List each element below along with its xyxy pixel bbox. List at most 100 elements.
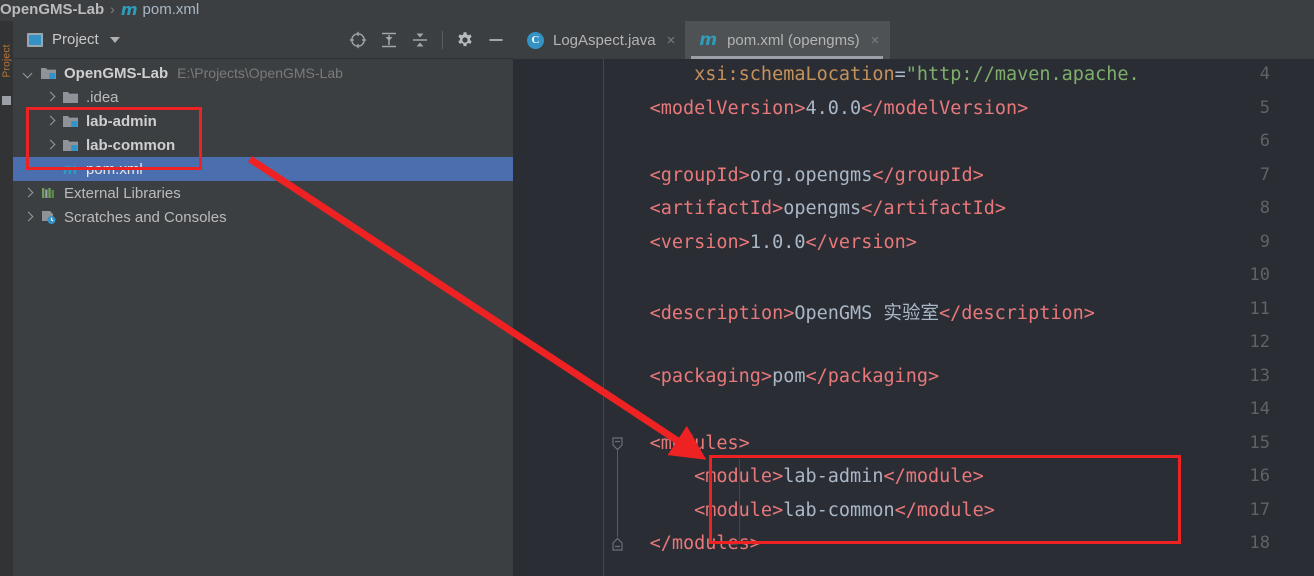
code-line: <description>OpenGMS 实验室</description> [605, 299, 1095, 325]
settings-gear-icon[interactable] [456, 31, 474, 49]
code-line: <artifactId>opengms</artifactId> [605, 198, 1006, 219]
code-token-text: lab-common [783, 499, 895, 521]
editor-tab-bar: C LogAspect.java × m pom.xml (opengms) × [513, 21, 1314, 59]
maven-file-icon: m [120, 0, 138, 19]
close-icon[interactable]: × [667, 32, 676, 49]
close-icon[interactable]: × [871, 32, 880, 49]
breadcrumb-separator-icon: › [110, 1, 115, 17]
tree-item-label: Scratches and Consoles [64, 208, 227, 226]
chevron-right-icon[interactable] [45, 92, 56, 103]
left-tool-strip: Project [0, 21, 13, 576]
code-token-tag: </packaging> [805, 365, 940, 387]
project-panel-title-group[interactable]: Project [13, 31, 120, 48]
expand-all-icon[interactable] [380, 31, 398, 49]
tree-item-label: OpenGMS-Lab [64, 64, 169, 82]
indent-guide [739, 458, 740, 541]
java-class-icon: C [527, 31, 544, 49]
code-token-tag: <packaging> [649, 365, 773, 387]
tree-item-opengms-lab[interactable]: OpenGMS-Lab E:\Projects\OpenGMS-Lab [13, 61, 513, 85]
breadcrumb-project[interactable]: OpenGMS-Lab [0, 2, 104, 17]
tool-strip-project-button[interactable]: Project [2, 28, 13, 77]
code-token-tag: <version> [649, 231, 750, 253]
code-token-string: "http://maven.apache. [905, 64, 1140, 85]
code-token-tag: </modelVersion> [861, 97, 1029, 119]
maven-file-icon: m [62, 161, 79, 178]
tab-divider [889, 21, 891, 59]
breadcrumb-file[interactable]: pom.xml [143, 1, 200, 18]
code-token-plain: = [894, 64, 906, 85]
code-line: <groupId>org.opengms</groupId> [605, 165, 984, 186]
code-line: <module>lab-common</module> [605, 500, 995, 521]
tree-item-label: lab-common [86, 136, 176, 154]
chevron-down-icon[interactable] [109, 36, 120, 43]
code-token-text: 1.0.0 [749, 231, 806, 253]
code-token-text: opengms [783, 198, 862, 219]
code-token-tag: <artifactId> [649, 198, 784, 219]
scratches-icon [40, 209, 57, 225]
project-panel-title: Project [52, 31, 99, 48]
tree-item-label: .idea [86, 88, 119, 106]
editor-tab-pom-xml[interactable]: m pom.xml (opengms) × [685, 21, 890, 59]
code-token-text: OpenGMS 实验室 [794, 302, 939, 324]
module-folder-icon [62, 137, 79, 153]
code-token-tag: </description> [938, 302, 1095, 324]
editor-gutter[interactable] [513, 59, 605, 576]
project-tree: OpenGMS-Lab E:\Projects\OpenGMS-Lab .ide… [13, 59, 513, 229]
tree-item-pom-xml[interactable]: m pom.xml [13, 157, 513, 181]
editor-tab-logaspect-java[interactable]: C LogAspect.java × [513, 21, 685, 59]
chevron-down-icon[interactable] [23, 68, 34, 79]
code-token-tag: <modules> [649, 432, 750, 454]
chevron-right-icon[interactable] [45, 116, 56, 127]
code-line: <packaging>pom</packaging> [605, 365, 940, 387]
tree-item-idea[interactable]: .idea [13, 85, 513, 109]
tree-item-lab-admin[interactable]: lab-admin [13, 109, 513, 133]
breadcrumb: OpenGMS-Lab › m pom.xml [0, 0, 1314, 21]
code-line: <version>1.0.0</version> [605, 232, 917, 253]
code-editor[interactable]: 4 5 6 7 8 9 10 11 12 13 14 15 16 17 18 xsi:schemaLocat… [513, 59, 1314, 576]
select-opened-file-icon[interactable] [349, 31, 367, 49]
tree-item-path: E:\Projects\OpenGMS-Lab [177, 65, 343, 81]
tree-item-label: pom.xml [86, 160, 143, 178]
tree-item-label: lab-admin [86, 112, 157, 130]
project-panel-toolbar [349, 21, 505, 59]
chevron-right-icon[interactable] [45, 140, 56, 151]
svg-text:m: m [63, 162, 78, 177]
module-folder-icon [40, 65, 57, 81]
project-window-icon [27, 32, 43, 47]
tree-item-external-libraries[interactable]: External Libraries [13, 181, 513, 205]
ide-window: OpenGMS-Lab › m pom.xml Project Project [0, 0, 1314, 576]
code-token-tag: <description> [649, 302, 795, 324]
tree-item-lab-common[interactable]: lab-common [13, 133, 513, 157]
hide-panel-icon[interactable] [487, 31, 505, 49]
code-line: <module>lab-admin</module> [605, 466, 984, 487]
code-token-attr: xsi:schemaLocation [694, 64, 895, 85]
maven-file-icon: m [699, 30, 718, 50]
chevron-right-icon[interactable] [23, 212, 34, 223]
code-line: <modelVersion>4.0.0</modelVersion> [605, 97, 1029, 119]
module-folder-icon [62, 113, 79, 129]
tree-item-scratches-and-consoles[interactable]: Scratches and Consoles [13, 205, 513, 229]
editor-tab-label: LogAspect.java [553, 31, 656, 49]
code-token-tag: <modelVersion> [649, 97, 806, 119]
editor-area: C LogAspect.java × m pom.xml (opengms) ×… [513, 21, 1314, 576]
project-tool-window: Project OpenGMS-Lab E:\Projects\OpenGMS-… [13, 21, 513, 576]
collapse-all-icon[interactable] [411, 31, 429, 49]
tree-item-label: External Libraries [64, 184, 181, 202]
code-line: </modules> [605, 533, 761, 554]
external-libraries-icon [40, 185, 57, 201]
code-token-tag: </artifactId> [861, 198, 1006, 219]
code-token-tag: </modules> [649, 533, 761, 554]
chevron-right-icon[interactable] [23, 188, 34, 199]
